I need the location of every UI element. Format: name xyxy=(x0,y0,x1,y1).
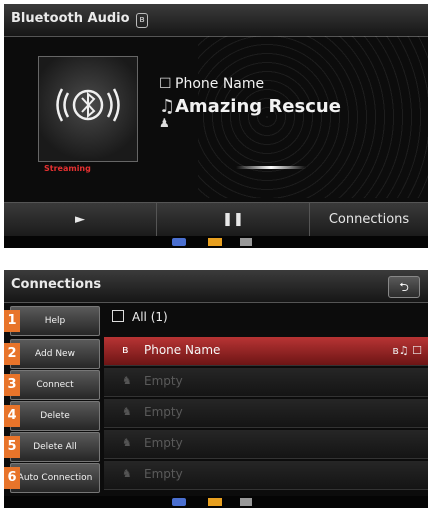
device-name: Empty xyxy=(144,467,183,481)
page-title: Bluetooth Audio xyxy=(11,11,130,26)
device-row[interactable]: ♞ Empty xyxy=(104,430,428,459)
callout-number-2: 2 xyxy=(4,343,20,365)
help-button[interactable]: Help xyxy=(10,306,100,336)
signal-icon xyxy=(240,238,252,246)
checkbox-icon xyxy=(112,310,124,322)
title-bar: Bluetooth Audio ʙ xyxy=(4,4,428,37)
bluetooth-status-icon xyxy=(172,238,186,246)
music-note-icon: ♫ xyxy=(159,96,176,117)
empty-slot-icon: ♞ xyxy=(122,374,132,387)
status-bar xyxy=(4,496,428,508)
progress-glow xyxy=(236,166,306,169)
device-name: Empty xyxy=(144,436,183,450)
battery-icon xyxy=(208,238,222,246)
device-row[interactable]: ♞ Empty xyxy=(104,399,428,428)
callout-number-1: 1 xyxy=(4,310,20,332)
device-name: Phone Name xyxy=(144,343,221,357)
connect-button[interactable]: Connect xyxy=(10,370,100,400)
empty-slot-icon: ♞ xyxy=(122,436,132,449)
device-row[interactable]: ♞ Empty xyxy=(104,461,428,490)
return-button[interactable]: ⮌ xyxy=(388,276,420,298)
auto-connection-button[interactable]: Auto Connection xyxy=(10,463,100,493)
pause-button[interactable]: ❚❚ xyxy=(157,203,310,237)
connections-title: Connections xyxy=(11,277,102,292)
device-row-selected[interactable]: ʙ Phone Name ʙ♫ ☐ xyxy=(104,337,428,366)
callout-number-3: 3 xyxy=(4,374,20,396)
connections-screen: Connections ⮌ All (1) 1 2 3 4 5 6 Help A… xyxy=(4,270,428,508)
device-name: Empty xyxy=(144,405,183,419)
connections-title-bar: Connections ⮌ xyxy=(4,270,428,303)
add-new-button[interactable]: Add New xyxy=(10,339,100,369)
phone-icon: ☐ xyxy=(159,76,172,92)
wave-background xyxy=(198,36,428,198)
song-line: ♫Amazing Rescue xyxy=(159,96,341,117)
battery-icon xyxy=(208,498,222,506)
return-icon: ⮌ xyxy=(399,280,409,294)
connections-button[interactable]: Connections xyxy=(310,203,428,237)
all-devices-header: All (1) xyxy=(112,310,168,324)
bluetooth-icon: ʙ xyxy=(136,13,148,28)
callout-number-5: 5 xyxy=(4,436,20,458)
bluetooth-device-icon: ʙ xyxy=(122,343,129,356)
bluetooth-status-icon xyxy=(172,498,186,506)
all-devices-label: All (1) xyxy=(132,310,168,324)
delete-button[interactable]: Delete xyxy=(10,401,100,431)
empty-slot-icon: ♞ xyxy=(122,467,132,480)
person-icon: ♟ xyxy=(159,116,170,130)
signal-icon xyxy=(240,498,252,506)
bluetooth-audio-screen: Bluetooth Audio ʙ Streaming ☐ Phone Name … xyxy=(4,4,428,248)
empty-slot-icon: ♞ xyxy=(122,405,132,418)
play-button[interactable]: ► xyxy=(4,203,157,237)
phone-name-line: ☐ Phone Name xyxy=(159,76,264,92)
device-profile-icons: ʙ♫ ☐ xyxy=(392,344,422,357)
device-name: Empty xyxy=(144,374,183,388)
status-bar xyxy=(4,236,428,248)
delete-all-button[interactable]: Delete All xyxy=(10,432,100,462)
bluetooth-streaming-icon xyxy=(56,88,120,122)
callout-number-6: 6 xyxy=(4,467,20,489)
device-row[interactable]: ♞ Empty xyxy=(104,368,428,397)
control-bar: ► ❚❚ Connections xyxy=(4,202,428,237)
bluetooth-album-art xyxy=(38,56,138,162)
callout-number-4: 4 xyxy=(4,405,20,427)
streaming-status: Streaming xyxy=(44,164,91,173)
song-title: Amazing Rescue xyxy=(175,96,341,117)
phone-name: Phone Name xyxy=(175,76,265,92)
artist-line: ♟ xyxy=(159,116,175,130)
